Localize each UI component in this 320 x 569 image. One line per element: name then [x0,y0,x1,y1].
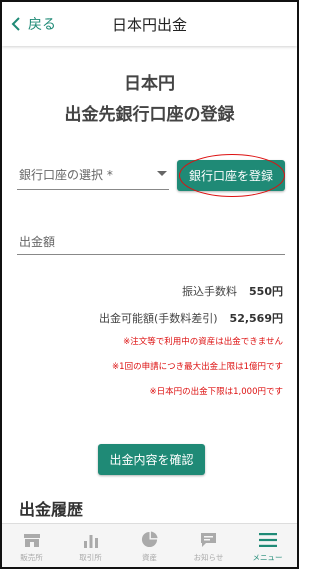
tab-label: 資産 [142,552,157,562]
bar-chart-icon [81,531,101,549]
withdrawal-amount-field[interactable]: 出金額 [17,228,285,255]
header-title: 日本円出金 [111,16,187,34]
store-icon [22,531,42,549]
confirm-withdrawal-button[interactable]: 出金内容を確認 [98,444,205,475]
register-bank-account-button[interactable]: 銀行口座を登録 [177,160,285,191]
message-icon [199,531,219,549]
header-bar: 戻る 日本円出金 [2,2,297,46]
transfer-fee-row: 振込手数料 550円 [182,283,283,299]
amount-label: 出金額 [19,235,56,249]
tab-label: メニュー [252,552,283,562]
tab-label: 取引所 [79,552,102,562]
note-in-use-assets: ※注文等で利用中の資産は出金できません [123,337,283,347]
menu-icon [258,531,278,549]
tab-news[interactable]: お知らせ [179,524,238,567]
page-title-line1: 日本円 [124,74,175,94]
tab-exchange[interactable]: 取引所 [61,524,120,567]
page-title-line2: 出金先銀行口座の登録 [64,105,235,125]
bank-account-select[interactable]: 銀行口座の選択 * [17,160,169,190]
tab-store[interactable]: 販売所 [2,524,61,567]
available-amount-value: 52,569円 [229,312,283,325]
transfer-fee-label: 振込手数料 [182,285,238,298]
pie-chart-icon [140,531,160,549]
tab-label: 販売所 [20,552,43,562]
tab-label: お知らせ [193,552,224,562]
available-amount-label: 出金可能額(手数料差引) [98,312,218,325]
caret-down-icon [157,171,167,176]
tab-assets[interactable]: 資産 [120,524,179,567]
app-frame: 戻る 日本円出金 日本円 出金先銀行口座の登録 銀行口座の選択 * 銀行口座を登… [0,0,299,569]
withdrawal-history-title: 出金履歴 [19,500,84,519]
note-max-limit: ※1回の申請につき最大出金上限は1億円です [112,362,283,372]
bank-select-label: 銀行口座の選択 * [19,168,113,182]
transfer-fee-value: 550円 [249,285,283,298]
bottom-tab-bar: 販売所 取引所 資産 お知らせ メニュー [2,523,297,567]
tab-menu[interactable]: メニュー [238,524,297,567]
note-min-limit: ※日本円の出金下限は1,000円です [149,387,283,397]
available-amount-row: 出金可能額(手数料差引) 52,569円 [99,310,283,326]
